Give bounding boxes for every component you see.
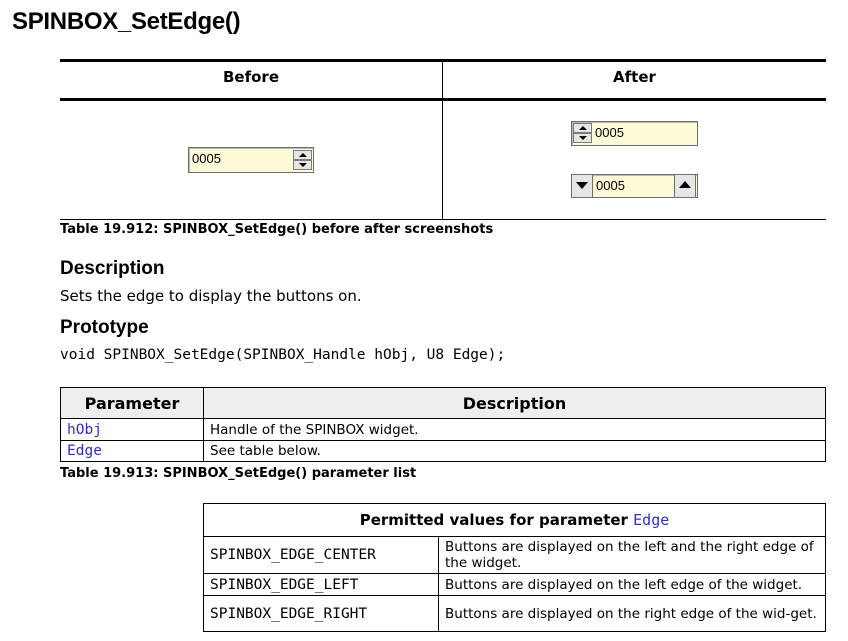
spin-up-button[interactable] — [674, 174, 696, 198]
spinbox-buttons — [293, 150, 312, 170]
table-row: hObj Handle of the SPINBOX widget. — [60, 418, 826, 441]
description-text: Sets the edge to display the buttons on. — [60, 287, 362, 305]
spin-down-button[interactable] — [573, 133, 592, 143]
parameter-table-caption: Table 19.913: SPINBOX_SetEdge() paramete… — [60, 466, 417, 481]
spinbox-value: 0005 — [192, 151, 221, 166]
parameter-name-link[interactable]: Edge — [60, 440, 204, 462]
value-description: Buttons are displayed on the left edge o… — [438, 573, 826, 596]
spinbox-value: 0005 — [596, 178, 625, 193]
arrow-down-icon — [579, 136, 587, 140]
screenshot-table-caption: Table 19.912: SPINBOX_SetEdge() before a… — [60, 222, 494, 237]
parameter-column-header: Parameter — [60, 387, 204, 419]
table-header-row: Parameter Description — [60, 387, 826, 419]
table-rule-header — [60, 98, 826, 101]
edge-param-link[interactable]: Edge — [633, 511, 669, 529]
spin-down-button[interactable] — [571, 174, 593, 198]
value-description: Buttons are displayed on the left and th… — [438, 536, 826, 574]
spin-down-button[interactable] — [293, 160, 312, 170]
header-text: Permitted values for parameter — [359, 511, 634, 529]
spin-up-button[interactable] — [573, 123, 592, 133]
after-spinbox-left-edge[interactable]: 0005 — [571, 121, 698, 146]
value-description: Buttons are displayed on the right edge … — [438, 595, 826, 632]
before-spinbox[interactable]: 0005 — [188, 147, 314, 173]
value-name: SPINBOX_EDGE_LEFT — [203, 573, 439, 596]
table-row: SPINBOX_EDGE_RIGHT Buttons are displayed… — [203, 595, 826, 632]
spinbox-value: 0005 — [595, 125, 624, 140]
parameter-table: Parameter Description hObj Handle of the… — [60, 387, 826, 462]
permitted-values-header: Permitted values for parameter Edge — [203, 503, 826, 537]
parameter-name-link[interactable]: hObj — [60, 418, 204, 441]
table-rule-bottom — [60, 219, 826, 220]
value-name: SPINBOX_EDGE_CENTER — [203, 536, 439, 574]
table-row: Edge See table below. — [60, 440, 826, 462]
prototype-heading: Prototype — [60, 317, 149, 338]
parameter-description: Handle of the SPINBOX widget. — [203, 418, 826, 441]
permitted-values-table: Permitted values for parameter Edge SPIN… — [203, 503, 826, 632]
arrow-down-icon — [299, 163, 307, 167]
prototype-code: void SPINBOX_SetEdge(SPINBOX_Handle hObj… — [60, 347, 506, 363]
table-header-row: Permitted values for parameter Edge — [203, 503, 826, 537]
spinbox-buttons — [573, 123, 592, 143]
value-name: SPINBOX_EDGE_RIGHT — [203, 595, 439, 632]
arrow-down-icon — [576, 182, 588, 189]
table-rule-top — [60, 59, 826, 62]
before-header: Before — [222, 68, 279, 86]
spin-up-button[interactable] — [293, 150, 312, 160]
parameter-description: See table below. — [203, 440, 826, 462]
description-column-header: Description — [203, 387, 826, 419]
table-row: SPINBOX_EDGE_LEFT Buttons are displayed … — [203, 573, 826, 596]
description-heading: Description — [60, 258, 165, 279]
table-row: SPINBOX_EDGE_CENTER Buttons are displaye… — [203, 536, 826, 574]
arrow-up-icon — [679, 181, 691, 188]
page-title: SPINBOX_SetEdge() — [12, 8, 241, 35]
arrow-up-icon — [299, 153, 307, 157]
after-spinbox-center-edge[interactable]: 0005 — [571, 174, 698, 198]
after-header: After — [613, 68, 656, 86]
arrow-up-icon — [579, 126, 587, 130]
